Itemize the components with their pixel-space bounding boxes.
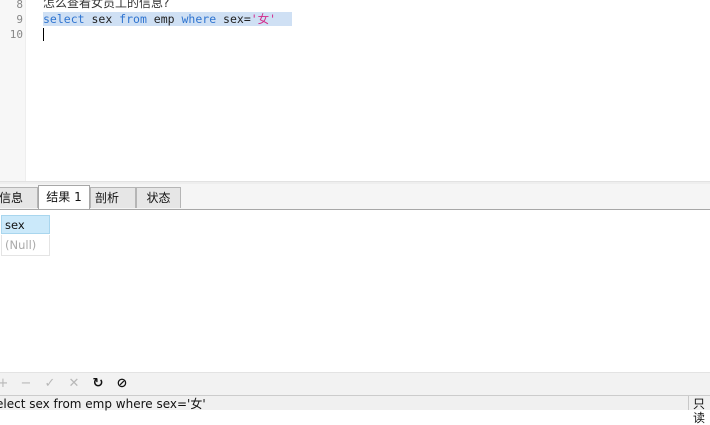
sql-text: sex= [216,12,251,26]
code-line-comment[interactable]: 怎么查看女员工的信息? [43,0,169,11]
status-bar: elect sex from emp where sex='女' 只读 [0,395,710,425]
sql-keyword: where [181,12,217,26]
column-header-sex[interactable]: sex [1,215,50,234]
line-number: 8 [16,0,23,11]
sql-keyword: from [119,12,147,26]
line-number: 10 [9,28,23,41]
line-number: 9 [16,13,23,26]
status-divider [688,396,689,410]
code-line-query[interactable]: select sex from emp where sex='女' [43,12,293,27]
table-cell[interactable]: (Null) [1,235,50,256]
stop-icon[interactable]: ⊘ [114,375,130,392]
tab-info[interactable]: 信息 [0,187,38,208]
delete-record-icon[interactable]: − [18,375,34,392]
sql-string: '女' [250,12,277,26]
result-grid: sex (Null) [0,210,710,372]
sql-text: sex [84,12,120,26]
grid-toolbar: + − ✓ ✕ ↻ ⊘ [0,372,710,395]
refresh-icon[interactable]: ↻ [90,375,106,392]
discard-changes-icon[interactable]: ✕ [66,375,82,392]
apply-changes-icon[interactable]: ✓ [42,375,58,392]
tab-result-1[interactable]: 结果 1 [38,185,90,209]
tab-status[interactable]: 状态 [136,187,181,208]
result-tab-bar: 信息 结果 1 剖析 状态 [0,184,710,210]
text-cursor [43,28,44,41]
add-record-icon[interactable]: + [0,375,11,392]
sql-text: emp [146,12,182,26]
sql-editor[interactable]: 8 9 10 怎么查看女员工的信息? select sex from emp w… [0,0,710,181]
tab-profile[interactable]: 剖析 [90,187,136,208]
selection-highlight: select sex from emp where sex='女' [43,12,293,26]
status-readonly: 只读 [693,397,706,425]
sql-keyword: select [43,12,85,26]
line-number-gutter: 8 9 10 [0,0,26,181]
